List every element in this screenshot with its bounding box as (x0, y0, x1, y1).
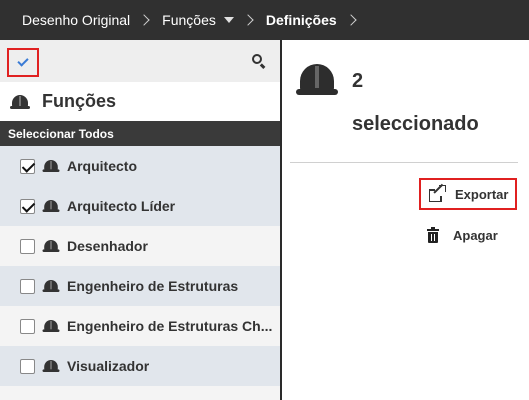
item-checkbox[interactable] (20, 318, 35, 334)
hard-hat-icon (10, 94, 30, 109)
selection-label: seleccionado (352, 113, 479, 135)
hard-hat-icon (42, 320, 60, 332)
chevron-down-icon[interactable] (223, 17, 234, 23)
list-item[interactable]: Desenhador (0, 226, 280, 266)
breadcrumb-item-definitions[interactable]: Definições (266, 0, 337, 40)
hard-hat-icon (42, 280, 60, 292)
delete-button[interactable]: Apagar (427, 224, 498, 246)
export-button[interactable]: Exportar (419, 178, 517, 210)
breadcrumb-link-original-design[interactable]: Desenho Original (22, 12, 130, 28)
select-all-label: Seleccionar Todos (8, 126, 114, 141)
hard-hat-icon (42, 240, 60, 252)
item-checkbox[interactable] (20, 278, 35, 294)
hard-hat-icon (42, 360, 60, 372)
list-item[interactable]: Visualizador (0, 346, 280, 386)
list-item[interactable]: Arquitecto Líder (0, 186, 280, 226)
chevron-right-icon (242, 14, 254, 26)
panel-title-text: Funções (42, 91, 117, 111)
panel-toolbar (0, 40, 280, 82)
selection-count: 2 (352, 70, 364, 92)
toggle-selection-button[interactable] (7, 48, 39, 77)
item-label: Arquitecto (67, 158, 137, 174)
hard-hat-icon (42, 200, 60, 212)
breadcrumb: Desenho Original Funções Definições (0, 0, 529, 40)
selection-panel: 2 seleccionado Exportar Apagar (282, 40, 529, 400)
hard-hat-icon (42, 160, 60, 172)
breadcrumb-link-definitions[interactable]: Definições (266, 12, 337, 28)
roles-panel: Funções Seleccionar Todos Arquitecto Arq… (0, 40, 280, 400)
item-checkbox[interactable] (20, 198, 35, 214)
item-label: Arquitecto Líder (67, 198, 176, 214)
breadcrumb-item-functions[interactable]: Funções (162, 0, 234, 40)
hard-hat-icon (296, 64, 338, 96)
search-icon[interactable] (252, 54, 266, 69)
item-label: Engenheiro de Estruturas Ch... (67, 318, 273, 334)
checkmark-icon (17, 55, 29, 67)
breadcrumb-item-original-design[interactable]: Desenho Original (22, 0, 130, 40)
trash-icon (427, 226, 439, 243)
list-item[interactable]: Engenheiro de Estruturas (0, 266, 280, 306)
breadcrumb-link-functions[interactable]: Funções (162, 12, 216, 28)
panel-title: Funções (0, 82, 280, 121)
list-item[interactable]: Arquitecto (0, 146, 280, 186)
chevron-right-icon (138, 14, 150, 26)
external-link-icon (429, 183, 446, 202)
export-label: Exportar (455, 186, 509, 202)
list-item[interactable]: Engenheiro de Estruturas Ch... (0, 306, 280, 346)
chevron-right-icon (345, 14, 357, 26)
item-checkbox[interactable] (20, 238, 35, 254)
item-checkbox[interactable] (20, 158, 35, 174)
select-all-button[interactable]: Seleccionar Todos (0, 121, 280, 146)
item-label: Visualizador (67, 358, 150, 374)
item-label: Desenhador (67, 238, 148, 254)
item-label: Engenheiro de Estruturas (67, 278, 239, 294)
item-checkbox[interactable] (20, 358, 35, 374)
delete-label: Apagar (453, 227, 498, 243)
divider (290, 162, 518, 163)
